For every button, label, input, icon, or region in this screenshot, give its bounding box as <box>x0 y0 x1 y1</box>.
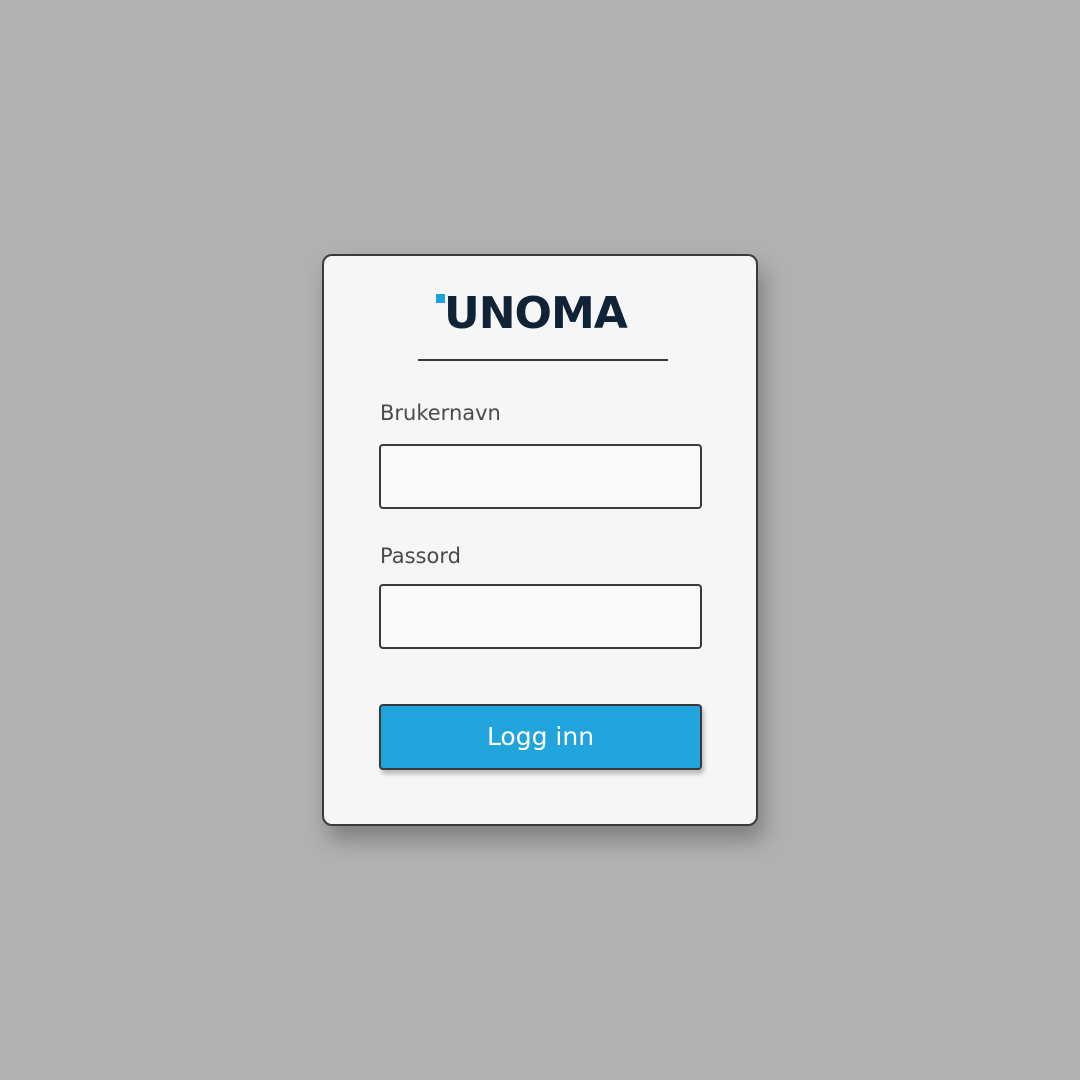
username-label: Brukernavn <box>380 401 501 425</box>
password-input[interactable] <box>379 584 702 649</box>
logo-text: UNOMA <box>444 288 628 339</box>
login-button[interactable]: Logg inn <box>379 704 702 770</box>
username-input[interactable] <box>379 444 702 509</box>
logo-divider <box>418 359 668 361</box>
login-card: UNOMA Brukernavn Passord Logg inn <box>322 254 758 826</box>
unoma-logo: UNOMA <box>436 290 648 338</box>
password-label: Passord <box>380 544 461 568</box>
